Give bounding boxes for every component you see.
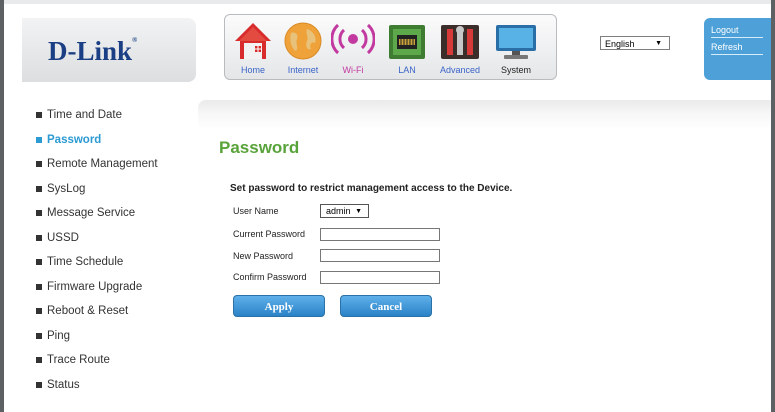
apply-button[interactable]: Apply — [233, 295, 325, 317]
sidebar-item-remote-management[interactable]: Remote Management — [36, 157, 196, 182]
refresh-link[interactable]: Refresh — [704, 42, 771, 52]
sidebar-item-label: Ping — [47, 329, 71, 342]
sidebar-item-label: Firmware Upgrade — [47, 280, 143, 293]
sidebar-item-label: Trace Route — [47, 354, 110, 366]
main-nav: Home Internet Wi-Fi LAN Advanced System — [224, 14, 557, 80]
sidebar-item-label: USSD — [47, 231, 79, 244]
sidebar-item-time-schedule[interactable]: Time Schedule — [36, 255, 196, 280]
sidebar-item-message-service[interactable]: Message Service — [36, 206, 196, 231]
registered-mark: ® — [132, 36, 138, 44]
sidebar-item-firmware-upgrade[interactable]: Firmware Upgrade — [36, 280, 196, 305]
page-border-right — [771, 0, 775, 412]
bullet-icon — [36, 234, 42, 241]
nav-wifi[interactable]: Wi-Fi — [331, 21, 375, 77]
monitor-icon — [496, 25, 536, 59]
bullet-icon — [36, 259, 42, 265]
bullet-icon — [36, 308, 42, 314]
account-divider-2 — [711, 54, 763, 55]
sidebar-item-label: Password — [47, 133, 102, 146]
nav-advanced-label: Advanced — [439, 65, 481, 75]
sidebar-item-label: SysLog — [47, 182, 86, 195]
nav-internet-label: Internet — [287, 65, 319, 75]
current-password-label: Current Password — [233, 229, 306, 239]
router-admin-page: D-Link® Home Internet Wi-Fi LAN Advanced… — [0, 0, 775, 412]
bullet-icon — [36, 283, 42, 290]
account-panel: Logout Refresh — [704, 18, 771, 80]
bullet-icon — [36, 210, 42, 216]
page-description: Set password to restrict management acce… — [230, 183, 513, 194]
globe-icon — [284, 22, 322, 60]
house-icon — [235, 23, 271, 59]
confirm-password-label: Confirm Password — [233, 272, 307, 282]
bullet-icon — [36, 381, 42, 388]
chevron-down-icon: ▼ — [655, 40, 662, 47]
bullet-icon — [36, 161, 42, 167]
nav-lan[interactable]: LAN — [385, 21, 429, 77]
bullet-icon — [36, 357, 42, 363]
chevron-down-icon: ▼ — [355, 208, 362, 215]
confirm-password-input[interactable] — [320, 271, 440, 284]
current-password-input[interactable] — [320, 228, 440, 241]
lan-icon — [389, 25, 425, 59]
bullet-icon — [36, 185, 42, 192]
page-title: Password — [219, 138, 300, 157]
new-password-input[interactable] — [320, 249, 440, 262]
sidebar-item-trace-route[interactable]: Trace Route — [36, 353, 196, 378]
sidebar-item-status[interactable]: Status — [36, 378, 196, 403]
logo-text: D-Link — [48, 36, 133, 66]
user-name-select[interactable]: admin ▼ — [320, 204, 369, 218]
bullet-icon — [36, 136, 42, 143]
dlink-logo[interactable]: D-Link® — [48, 36, 137, 67]
sidebar-item-reboot-reset[interactable]: Reboot & Reset — [36, 304, 196, 329]
sidebar-item-label: Reboot & Reset — [47, 305, 129, 317]
sidebar-item-time-and-date[interactable]: Time and Date — [36, 108, 196, 133]
nav-internet[interactable]: Internet — [281, 21, 325, 77]
nav-home[interactable]: Home — [231, 21, 275, 77]
sidebar-item-ussd[interactable]: USSD — [36, 231, 196, 256]
sidebar-item-syslog[interactable]: SysLog — [36, 182, 196, 207]
wifi-icon — [331, 23, 375, 55]
nav-advanced[interactable]: Advanced — [435, 21, 485, 77]
language-value: English — [605, 39, 635, 49]
sidebar-item-ping[interactable]: Ping — [36, 329, 196, 354]
sidebar-item-label: Time Schedule — [47, 256, 124, 268]
sidebar-item-label: Message Service — [47, 207, 136, 219]
nav-lan-label: LAN — [398, 65, 416, 75]
sidebar-item-password[interactable]: Password — [36, 133, 196, 158]
nav-home-label: Home — [240, 65, 265, 75]
sidebar-item-label: Status — [47, 378, 80, 391]
account-divider — [711, 37, 763, 38]
tools-icon — [441, 25, 479, 59]
user-name-label: User Name — [233, 206, 279, 216]
new-password-label: New Password — [233, 251, 294, 261]
nav-system[interactable]: System — [491, 21, 541, 77]
sidebar-menu: Time and Date Password Remote Management… — [36, 108, 196, 402]
nav-wifi-label: Wi-Fi — [342, 65, 364, 75]
user-name-value: admin — [326, 206, 351, 216]
language-select[interactable]: English ▼ — [600, 36, 670, 50]
cancel-button[interactable]: Cancel — [340, 295, 432, 317]
sidebar-item-label: Remote Management — [47, 158, 158, 170]
logout-link[interactable]: Logout — [704, 25, 771, 35]
bullet-icon — [36, 112, 42, 118]
sidebar-item-label: Time and Date — [47, 109, 122, 121]
nav-system-label: System — [500, 65, 531, 75]
bullet-icon — [36, 332, 42, 339]
